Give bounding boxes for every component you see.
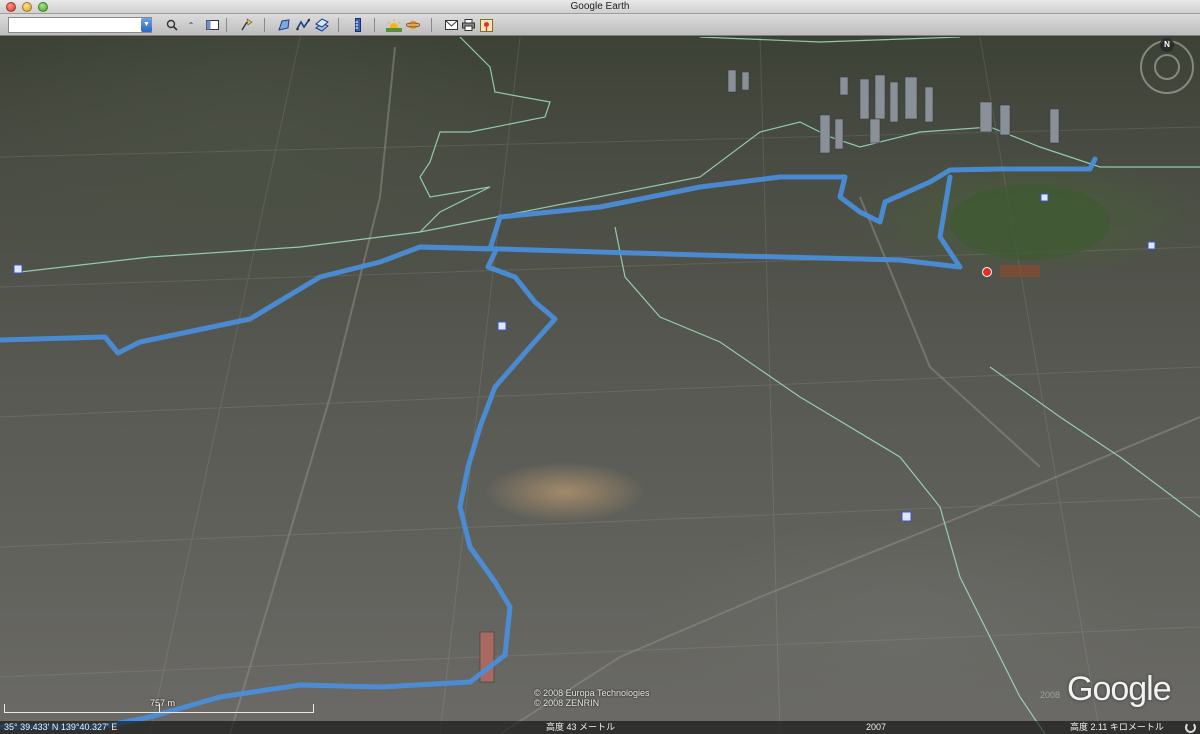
planet-icon[interactable]	[405, 17, 421, 33]
sidebar-icon[interactable]	[204, 17, 220, 33]
copyright: © 2008 Europa Technologies © 2008 ZENRIN	[534, 688, 650, 708]
streaming-icon	[1185, 722, 1196, 733]
scale-legend: 757 m	[4, 698, 314, 718]
polygon-icon[interactable]	[276, 17, 292, 33]
placemark-icon[interactable]	[238, 17, 254, 33]
sun-icon[interactable]	[386, 17, 402, 33]
imagery-date: 2007	[866, 722, 887, 732]
red-placemark-icon[interactable]	[982, 267, 992, 277]
look-joystick[interactable]	[1154, 54, 1180, 80]
print-icon[interactable]	[460, 17, 476, 33]
overlay-icon[interactable]	[314, 17, 330, 33]
map-view[interactable]	[0, 37, 1200, 734]
search-field[interactable]	[8, 17, 152, 33]
status-bar: 35° 39.433' N 139°40.327' E 高度 43 メートル 2…	[0, 721, 1200, 734]
search-icon[interactable]	[164, 17, 180, 33]
toolbar: ▼ ⌃	[0, 14, 1200, 36]
map-overlay	[0, 37, 1200, 734]
path-icon[interactable]	[295, 17, 311, 33]
caret-icon[interactable]: ⌃	[183, 17, 199, 33]
copyright-line-2: © 2008 ZENRIN	[534, 698, 600, 708]
scale-label: 757 m	[150, 698, 176, 708]
maps-icon[interactable]	[478, 17, 494, 33]
coordinates-readout: 35° 39.433' N 139°40.327' E	[4, 722, 118, 732]
email-icon[interactable]	[443, 17, 459, 33]
search-dropdown-icon[interactable]: ▼	[141, 18, 152, 32]
compass-north-icon[interactable]: N	[1160, 38, 1174, 52]
elevation-readout: 高度 43 メートル	[546, 722, 616, 732]
copyright-line-1: © 2008 Europa Technologies	[534, 688, 650, 698]
eye-altitude: 高度 2.11 キロメートル	[1070, 722, 1164, 732]
title-bar[interactable]: Google Earth	[0, 0, 1200, 14]
ruler-icon[interactable]	[350, 17, 366, 33]
google-earth-window: Google Earth ▼ ⌃ N Google © 2008 Europa …	[0, 0, 1200, 734]
window-title: Google Earth	[570, 1, 630, 12]
faint-date-watermark: 2008	[1040, 690, 1061, 700]
google-logo: Google	[1067, 670, 1172, 708]
